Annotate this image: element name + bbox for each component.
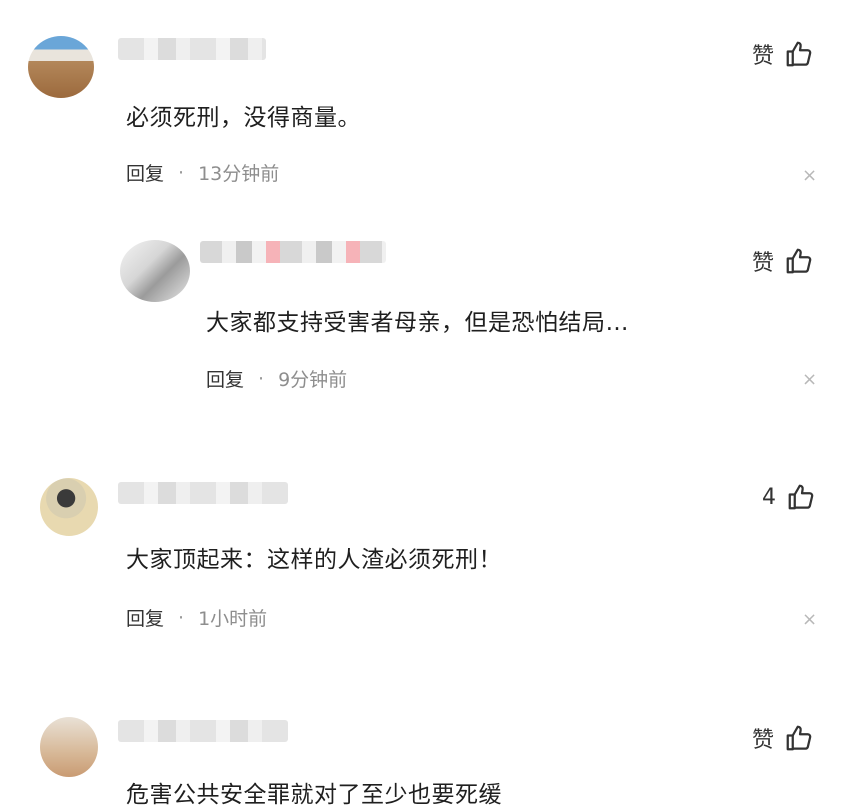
- reply-button[interactable]: 回复: [206, 365, 244, 392]
- reply-button[interactable]: 回复: [126, 604, 164, 631]
- comment-meta: 回复 · 9分钟前: [206, 365, 347, 392]
- separator-dot: ·: [178, 161, 185, 184]
- username-blurred[interactable]: [118, 38, 266, 60]
- separator-dot: ·: [258, 367, 265, 390]
- timestamp: 9分钟前: [278, 369, 348, 391]
- username-blurred[interactable]: [118, 482, 288, 504]
- thumbs-up-icon: [788, 484, 814, 510]
- username-blurred[interactable]: [118, 720, 288, 742]
- close-icon[interactable]: ×: [802, 369, 817, 390]
- avatar[interactable]: [40, 478, 98, 536]
- close-icon[interactable]: ×: [802, 165, 817, 186]
- like-label: 赞: [752, 44, 775, 69]
- avatar[interactable]: [40, 717, 98, 777]
- comment-meta: 回复 · 1小时前: [126, 604, 267, 631]
- thumbs-up-icon: [786, 248, 812, 274]
- separator-dot: ·: [178, 606, 185, 629]
- timestamp: 13分钟前: [198, 163, 280, 185]
- comment-text: 大家都支持受害者母亲，但是恐怕结局…: [206, 310, 629, 336]
- like-count: 4: [762, 484, 776, 510]
- username-blurred[interactable]: [200, 241, 386, 263]
- like-label: 赞: [752, 728, 775, 753]
- close-icon[interactable]: ×: [802, 609, 817, 630]
- like-button[interactable]: 赞: [752, 722, 814, 754]
- like-button[interactable]: 4: [762, 482, 816, 512]
- thumbs-up-icon: [786, 725, 812, 751]
- like-label: 赞: [752, 251, 775, 276]
- comment-text: 必须死刑，没得商量。: [126, 105, 361, 131]
- comment-meta: 回复 · 13分钟前: [126, 159, 279, 186]
- like-button[interactable]: 赞: [752, 38, 814, 70]
- thumbs-up-icon: [786, 41, 812, 67]
- avatar[interactable]: [120, 240, 190, 302]
- timestamp: 1小时前: [198, 608, 268, 630]
- comment-text: 大家顶起来：这样的人渣必须死刑！: [126, 547, 502, 573]
- like-button[interactable]: 赞: [752, 245, 814, 277]
- avatar[interactable]: [28, 36, 94, 98]
- reply-button[interactable]: 回复: [126, 159, 164, 186]
